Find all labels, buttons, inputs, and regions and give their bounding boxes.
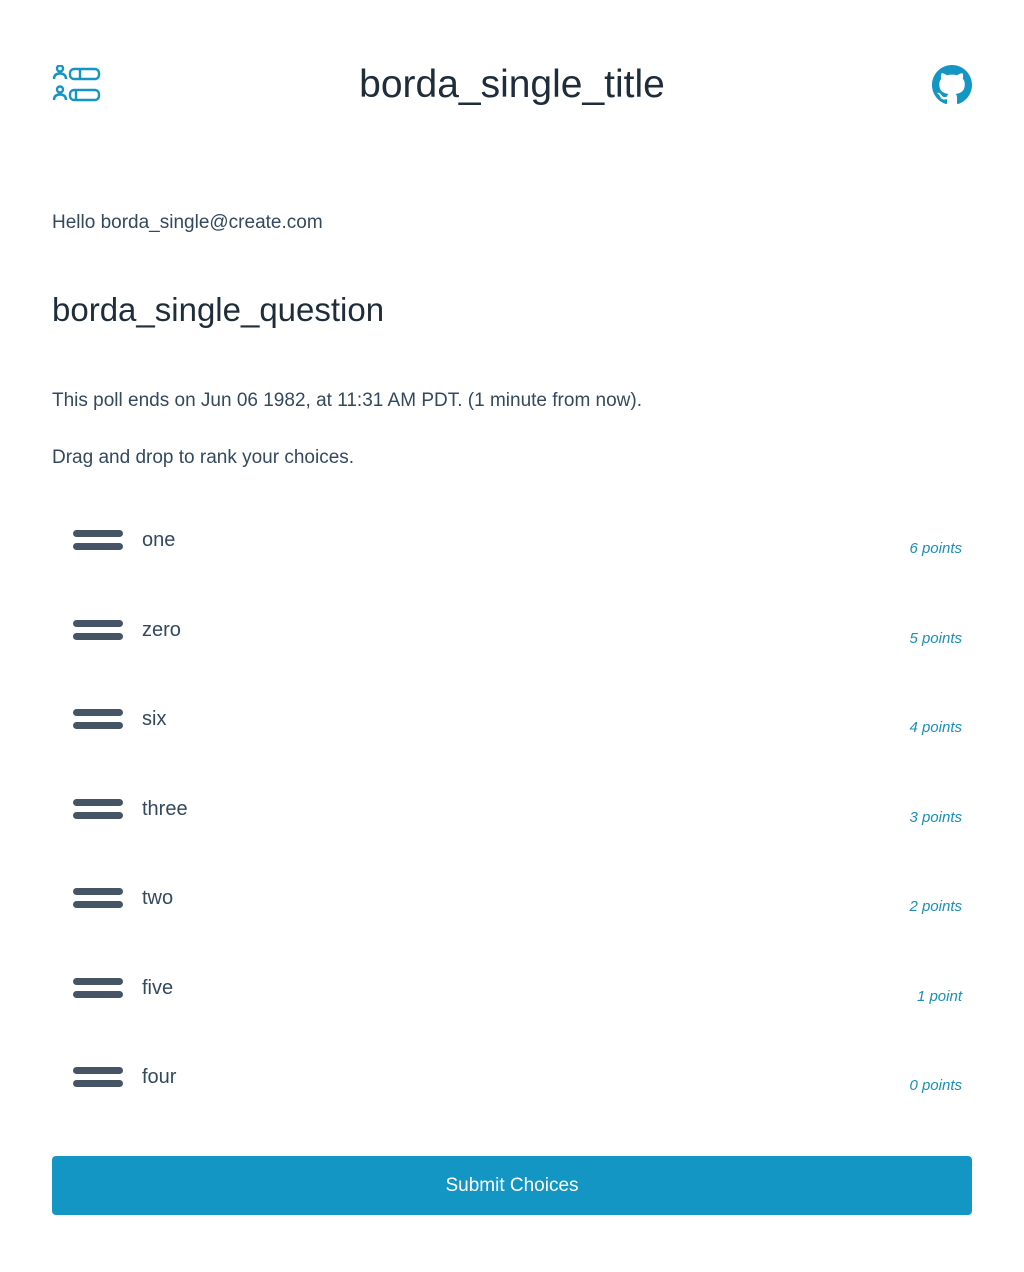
choice-item[interactable]: five 1 point <box>52 944 972 1034</box>
choice-item[interactable]: two 2 points <box>52 854 972 944</box>
submit-choices-button[interactable]: Submit Choices <box>52 1156 972 1215</box>
drag-handle-icon[interactable] <box>73 977 123 998</box>
choice-points: 4 points <box>909 719 962 736</box>
page-title: borda_single_title <box>359 63 665 106</box>
choice-label: five <box>142 976 174 999</box>
github-icon[interactable] <box>932 65 972 105</box>
drag-handle-icon[interactable] <box>73 888 123 908</box>
choice-points: 3 points <box>909 808 962 826</box>
choice-item[interactable]: four 0 points <box>52 1033 972 1123</box>
choice-label: four <box>142 1066 177 1088</box>
choice-points: 6 points <box>909 540 962 557</box>
ranked-choice-list: one 6 points zero 5 points six 4 points … <box>52 496 972 1123</box>
choice-label: three <box>142 797 188 820</box>
choice-points: 2 points <box>909 898 962 915</box>
choice-points: 1 point <box>916 987 962 1005</box>
app-header: borda_single_title <box>52 60 972 110</box>
choice-item[interactable]: one 6 points <box>52 496 972 586</box>
choice-item[interactable]: three 3 points <box>52 765 972 855</box>
choice-item[interactable]: six 4 points <box>52 675 972 765</box>
choice-label: six <box>142 708 167 730</box>
choice-points: 5 points <box>909 629 962 647</box>
drag-handle-icon[interactable] <box>73 798 123 819</box>
poll-question: borda_single_question <box>52 291 385 328</box>
choice-label: one <box>142 529 176 551</box>
drag-handle-icon[interactable] <box>73 619 123 640</box>
choice-label: zero <box>142 618 181 641</box>
greeting-text: Hello borda_single@create.com <box>52 212 323 233</box>
drag-handle-icon[interactable] <box>73 530 123 550</box>
choice-item[interactable]: zero 5 points <box>52 586 972 676</box>
choice-points: 0 points <box>909 1077 962 1094</box>
drag-handle-icon[interactable] <box>73 1067 123 1087</box>
rank-instructions: Drag and drop to rank your choices. <box>52 447 355 468</box>
choice-label: two <box>142 887 174 909</box>
drag-handle-icon[interactable] <box>73 709 123 729</box>
poll-end-notice: This poll ends on Jun 06 1982, at 11:31 … <box>52 390 643 411</box>
